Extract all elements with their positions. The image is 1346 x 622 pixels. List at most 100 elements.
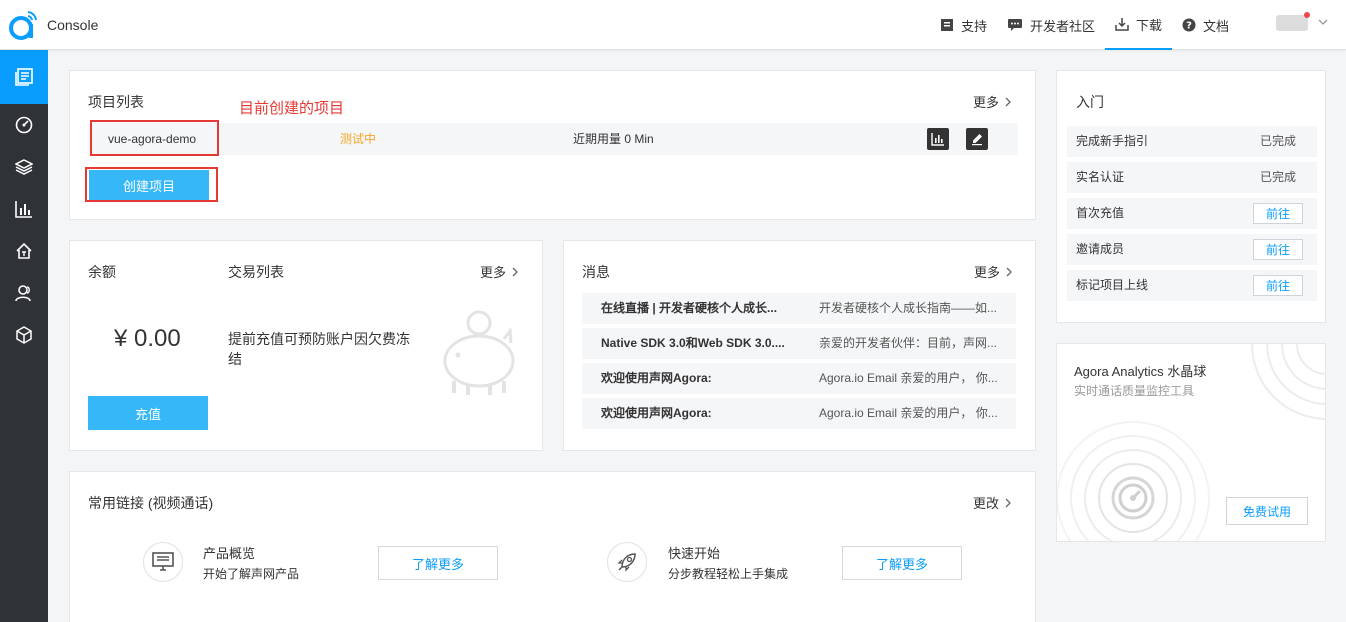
task-go-button[interactable]: 前往 xyxy=(1253,239,1303,260)
message-item[interactable]: Native SDK 3.0和Web SDK 3.0.... 亲爱的开发者伙伴：… xyxy=(582,328,1016,359)
sidebar-item-products[interactable] xyxy=(0,146,48,188)
message-item[interactable]: 欢迎使用声网Agora: Agora.io Email 亲爱的用户， 你... xyxy=(582,398,1016,429)
analytics-title: Agora Analytics 水晶球 xyxy=(1074,364,1207,379)
messages-more-link[interactable]: 更多 xyxy=(974,262,1012,281)
notification-dot xyxy=(1304,12,1310,18)
project-highlight-box xyxy=(90,120,219,156)
task-go-button[interactable]: 前往 xyxy=(1253,203,1303,224)
task-status: 已完成 xyxy=(1260,134,1297,148)
task-go-button[interactable]: 前往 xyxy=(1253,275,1303,296)
sidebar-item-finance[interactable] xyxy=(0,230,48,272)
chevron-right-icon xyxy=(512,267,518,276)
bar-chart-icon xyxy=(15,201,32,218)
avatar[interactable] xyxy=(1276,15,1308,31)
nav-community-label: 开发者社区 xyxy=(1030,18,1096,34)
recharge-button[interactable]: 充值 xyxy=(88,396,208,430)
links-edit-label: 更改 xyxy=(973,496,1000,511)
message-item[interactable]: 在线直播 | 开发者硬核个人成长... 开发者硬核个人成长指南——如... xyxy=(582,293,1016,324)
analytics-subtitle: 实时通话质量监控工具 xyxy=(1074,384,1195,398)
agora-logo-icon[interactable] xyxy=(8,9,38,41)
users-icon xyxy=(15,285,31,302)
sidebar-item-usage[interactable] xyxy=(0,188,48,230)
chevron-down-icon[interactable] xyxy=(1318,18,1328,26)
piggy-bank-icon xyxy=(443,310,515,395)
nav-docs-label: 文档 xyxy=(1203,18,1230,34)
balance-amount: ¥ 0.00 xyxy=(114,325,181,352)
transactions-more-label: 更多 xyxy=(480,265,507,280)
book-icon xyxy=(941,19,953,31)
project-row[interactable]: vue-agora-demo 测试中 近期用量 0 Min xyxy=(88,123,1018,155)
message-title: 在线直播 | 开发者硬核个人成长... xyxy=(601,301,778,315)
nav-download[interactable]: 下载 xyxy=(1105,0,1173,50)
project-edit-button[interactable] xyxy=(966,128,988,150)
quick-start-subtitle: 分步教程轻松上手集成 xyxy=(668,567,789,581)
top-nav: 支持 开发者社区 下载 ? 文档 xyxy=(930,0,1239,50)
svg-text:?: ? xyxy=(1186,21,1192,32)
annotation-text: 目前创建的项目 xyxy=(239,100,345,117)
transactions-more-link[interactable]: 更多 xyxy=(480,262,518,281)
app-title: Console xyxy=(47,17,99,33)
decorative-rings-bottom xyxy=(1057,421,1210,541)
task-label: 完成新手指引 xyxy=(1076,134,1149,148)
task-mark-live: 标记项目上线 前往 xyxy=(1067,270,1317,301)
help-icon: ? xyxy=(1182,18,1196,32)
links-edit-link[interactable]: 更改 xyxy=(973,493,1011,512)
pencil-icon xyxy=(972,134,982,146)
create-highlight-box xyxy=(85,167,218,202)
balance-hint: 提前充值可预防账户因欠费冻结 xyxy=(228,331,410,367)
chevron-right-icon xyxy=(1006,267,1012,276)
monitor-icon xyxy=(152,552,174,571)
project-stats-button[interactable] xyxy=(927,128,949,150)
links-title: 常用链接 (视频通话) xyxy=(88,495,214,511)
message-item[interactable]: 欢迎使用声网Agora: Agora.io Email 亲爱的用户， 你... xyxy=(582,363,1016,394)
balance-card: 余额 交易列表 更多 ¥ 0.00 提前充值可预防账户因欠费冻结 充值 xyxy=(69,240,543,451)
bar-chart-icon xyxy=(931,133,944,146)
message-body: Agora.io Email 亲爱的用户， 你... xyxy=(819,406,998,420)
sidebar-item-members[interactable] xyxy=(0,272,48,314)
sidebar xyxy=(0,50,48,622)
task-label: 实名认证 xyxy=(1076,170,1125,184)
nav-community[interactable]: 开发者社区 xyxy=(997,0,1105,50)
messages-card: 消息 更多 在线直播 | 开发者硬核个人成长... 开发者硬核个人成长指南——如… xyxy=(563,240,1036,451)
transactions-title: 交易列表 xyxy=(228,264,284,280)
task-status: 已完成 xyxy=(1260,170,1297,184)
messages-title: 消息 xyxy=(582,264,610,280)
project-status: 测试中 xyxy=(340,132,377,146)
gauge-icon xyxy=(1118,483,1148,513)
sidebar-item-projects[interactable] xyxy=(0,50,48,104)
quick-start-title: 快速开始 xyxy=(668,546,721,561)
links-card: 常用链接 (视频通话) 更改 产品概览 开始了解声网产品 了解更多 快速开始 分… xyxy=(69,471,1036,622)
balance-title: 余额 xyxy=(88,264,116,280)
chevron-right-icon xyxy=(1005,498,1011,507)
top-bar: Console 支持 开发者社区 下载 ? 文档 xyxy=(0,0,1346,50)
nav-support-label: 支持 xyxy=(961,18,988,34)
message-body: 开发者硬核个人成长指南——如... xyxy=(819,301,998,315)
layers-icon xyxy=(15,159,33,175)
nav-docs[interactable]: ? 文档 xyxy=(1172,0,1239,50)
quick-start-icon-circle xyxy=(607,542,647,582)
projects-title: 项目列表 xyxy=(88,94,144,110)
message-title: 欢迎使用声网Agora: xyxy=(601,406,712,420)
chevron-right-icon xyxy=(1005,97,1011,106)
task-complete-guide: 完成新手指引 已完成 xyxy=(1067,126,1317,157)
project-usage: 近期用量 0 Min xyxy=(573,132,654,146)
quick-start-learn-more-button[interactable]: 了解更多 xyxy=(842,546,962,580)
projects-more-link[interactable]: 更多 xyxy=(973,92,1011,111)
task-verification: 实名认证 已完成 xyxy=(1067,162,1317,193)
task-first-recharge: 首次充值 前往 xyxy=(1067,198,1317,229)
getting-started-card: 入门 完成新手指引 已完成 实名认证 已完成 首次充值 前往 邀请成员 前往 标… xyxy=(1056,70,1326,323)
nav-support[interactable]: 支持 xyxy=(930,0,997,50)
product-overview-icon-circle xyxy=(143,542,183,582)
sidebar-item-monitor[interactable] xyxy=(0,104,48,146)
decorative-rings-top xyxy=(1251,344,1325,420)
product-overview-learn-more-button[interactable]: 了解更多 xyxy=(378,546,498,580)
projects-more-label: 更多 xyxy=(973,95,1000,110)
product-overview-subtitle: 开始了解声网产品 xyxy=(203,567,300,581)
sidebar-item-extensions[interactable] xyxy=(0,314,48,356)
task-label: 首次充值 xyxy=(1076,206,1125,220)
rocket-icon xyxy=(617,553,636,572)
projects-icon xyxy=(15,68,33,86)
free-trial-button[interactable]: 免费试用 xyxy=(1226,497,1308,525)
task-label: 邀请成员 xyxy=(1076,242,1125,256)
home-icon xyxy=(16,242,32,259)
